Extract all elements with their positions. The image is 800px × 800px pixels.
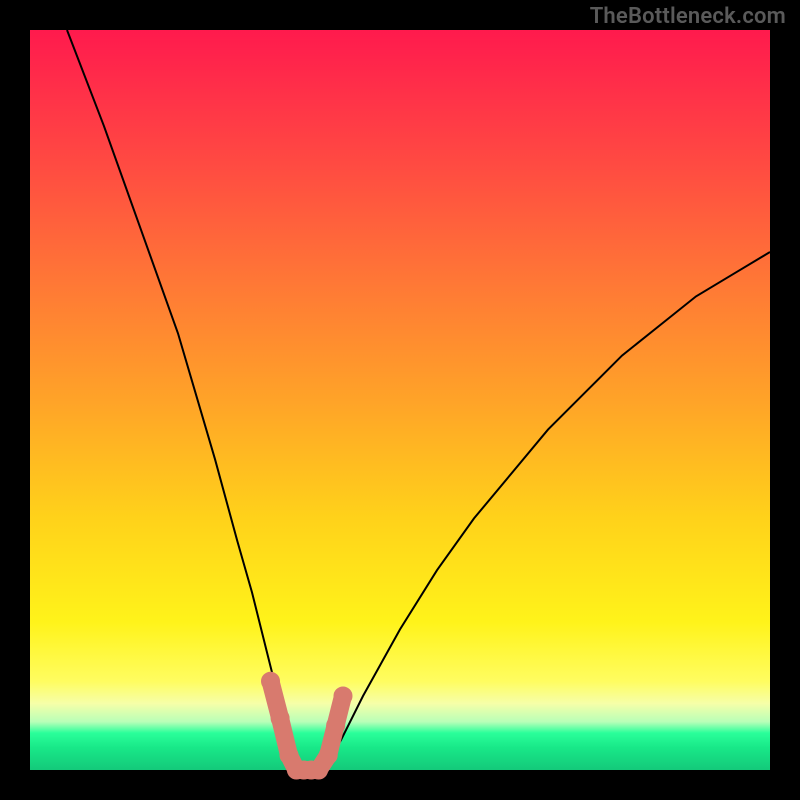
- plot-area: [30, 30, 770, 770]
- marker-point: [327, 717, 345, 735]
- marker-point: [262, 672, 280, 690]
- highlighted-points: [262, 672, 353, 779]
- curve-svg: [30, 30, 770, 770]
- marker-point: [319, 746, 337, 764]
- marker-point: [334, 687, 352, 705]
- marker-point: [271, 709, 289, 727]
- chart-frame: TheBottleneck.com: [0, 0, 800, 800]
- bottleneck-curve: [67, 30, 770, 770]
- watermark-text: TheBottleneck.com: [590, 6, 786, 28]
